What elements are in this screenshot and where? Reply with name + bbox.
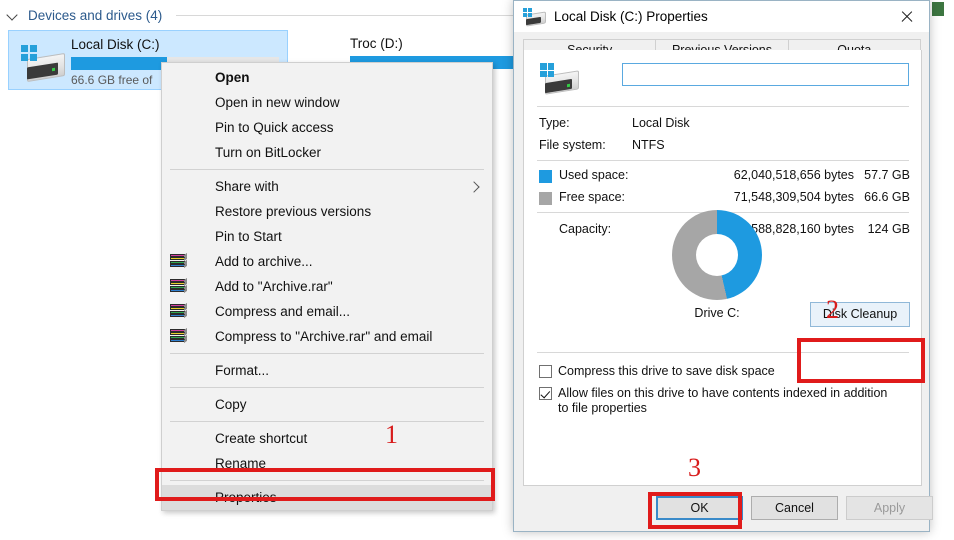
winrar-icon	[170, 328, 188, 346]
menu-item-copy[interactable]: Copy	[162, 392, 492, 417]
menu-item-pin-to-quick-access[interactable]: Pin to Quick access	[162, 115, 492, 140]
menu-item-properties[interactable]: Properties	[162, 485, 492, 510]
hard-drive-icon	[540, 62, 580, 96]
menu-separator	[170, 169, 484, 170]
chevron-right-icon	[468, 180, 480, 193]
close-icon[interactable]	[900, 10, 913, 23]
annotation-number-1: 1	[385, 420, 398, 449]
menu-item-open-in-new-window[interactable]: Open in new window	[162, 90, 492, 115]
file-system-value: NTFS	[632, 138, 665, 152]
menu-item-label: Restore previous versions	[215, 204, 372, 219]
menu-item-pin-to-start[interactable]: Pin to Start	[162, 224, 492, 249]
used-space-gb: 57.7 GB	[864, 168, 910, 182]
capacity-gb: 124 GB	[867, 222, 910, 236]
menu-item-label: Turn on BitLocker	[215, 145, 322, 160]
menu-item-format[interactable]: Format...	[162, 358, 492, 383]
index-contents-label: Allow files on this drive to have conten…	[558, 386, 888, 415]
menu-item-label: Format...	[215, 363, 270, 378]
menu-item-label: Compress and email...	[215, 304, 351, 319]
compress-drive-checkbox[interactable]	[539, 365, 552, 378]
chevron-down-icon[interactable]	[6, 8, 20, 22]
menu-item-compress-to-archive-rar-and-email[interactable]: Compress to "Archive.rar" and email	[162, 324, 492, 349]
menu-item-label: Properties	[215, 490, 277, 505]
menu-item-create-shortcut[interactable]: Create shortcut	[162, 426, 492, 451]
drive-context-menu[interactable]: Open Open in new window Pin to Quick acces…	[161, 62, 493, 511]
close-button[interactable]	[884, 1, 929, 32]
winrar-icon	[170, 303, 188, 321]
menu-item-label: Rename	[215, 456, 267, 471]
volume-label-input[interactable]	[622, 63, 909, 86]
menu-item-share-with[interactable]: Share with	[162, 174, 492, 199]
menu-item-label: Pin to Start	[215, 229, 282, 244]
drive-name-label: Local Disk (C:)	[71, 37, 160, 52]
menu-item-open[interactable]: Open	[162, 65, 492, 90]
explorer-right-edge	[930, 0, 954, 540]
index-contents-checkbox-row[interactable]: Allow files on this drive to have conten…	[539, 386, 899, 418]
hard-drive-icon	[21, 43, 65, 83]
window-edge-marker	[932, 2, 944, 16]
menu-separator	[170, 480, 484, 481]
menu-item-compress-and-email[interactable]: Compress and email...	[162, 299, 492, 324]
divider	[537, 106, 909, 107]
menu-item-add-to-archive[interactable]: Add to archive...	[162, 249, 492, 274]
winrar-icon	[170, 278, 188, 296]
compress-drive-checkbox-row[interactable]: Compress this drive to save disk space	[539, 364, 899, 380]
menu-item-label: Open in new window	[215, 95, 340, 110]
menu-separator	[170, 421, 484, 422]
type-label: Type:	[539, 116, 570, 130]
used-space-label: Used space:	[559, 168, 629, 182]
annotation-number-2: 2	[826, 295, 839, 324]
menu-separator	[170, 387, 484, 388]
group-title: Devices and drives (4)	[28, 7, 163, 23]
drive-name-label: Troc (D:)	[350, 36, 403, 51]
dialog-title-bar[interactable]: Local Disk (C:) Properties	[514, 1, 929, 32]
menu-item-label: Add to archive...	[215, 254, 313, 269]
free-space-bytes: 71,548,309,504 bytes	[733, 190, 854, 204]
menu-item-label: Open	[215, 70, 250, 85]
disk-cleanup-button[interactable]: Disk Cleanup	[810, 302, 910, 327]
divider	[537, 352, 909, 353]
free-space-label: Free space:	[559, 190, 626, 204]
menu-item-restore-previous-versions[interactable]: Restore previous versions	[162, 199, 492, 224]
general-tab-page: Type: Local Disk File system: NTFS Used …	[523, 50, 922, 486]
drive-caption: Drive C:	[694, 306, 740, 320]
menu-item-rename[interactable]: Rename	[162, 451, 492, 476]
dialog-title: Local Disk (C:) Properties	[554, 9, 708, 24]
file-system-label: File system:	[539, 138, 606, 152]
menu-item-label: Copy	[215, 397, 247, 412]
menu-item-add-to-archive-rar[interactable]: Add to "Archive.rar"	[162, 274, 492, 299]
shield-icon	[170, 144, 188, 162]
hard-drive-icon	[523, 7, 546, 27]
used-space-bytes: 62,040,518,656 bytes	[733, 168, 854, 182]
used-space-color-swatch	[539, 170, 552, 183]
ok-button[interactable]: OK	[656, 496, 743, 520]
menu-item-turn-on-bitlocker[interactable]: Turn on BitLocker	[162, 140, 492, 165]
drive-free-space-label: 66.6 GB free of	[71, 73, 153, 87]
local-disk-properties-dialog[interactable]: Local Disk (C:) Properties SecurityPrevi…	[513, 0, 933, 532]
winrar-icon	[170, 253, 188, 271]
free-space-gb: 66.6 GB	[864, 190, 910, 204]
cancel-button[interactable]: Cancel	[751, 496, 838, 520]
annotation-number-3: 3	[688, 453, 701, 482]
compress-drive-label: Compress this drive to save disk space	[558, 364, 775, 378]
disk-usage-pie-chart	[672, 210, 762, 300]
menu-item-label: Add to "Archive.rar"	[215, 279, 333, 294]
menu-item-label: Compress to "Archive.rar" and email	[215, 329, 433, 344]
index-contents-checkbox[interactable]	[539, 387, 552, 400]
capacity-label: Capacity:	[559, 222, 612, 236]
free-space-color-swatch	[539, 192, 552, 205]
dialog-footer: OK Cancel Apply	[514, 487, 933, 531]
windows-logo-icon	[21, 45, 37, 61]
divider	[537, 160, 909, 161]
menu-item-label: Pin to Quick access	[215, 120, 334, 135]
menu-separator	[170, 353, 484, 354]
menu-item-label: Create shortcut	[215, 431, 308, 446]
type-value: Local Disk	[632, 116, 690, 130]
volume-label-row	[537, 60, 909, 100]
apply-button[interactable]: Apply	[846, 496, 933, 520]
menu-item-label: Share with	[215, 179, 279, 194]
